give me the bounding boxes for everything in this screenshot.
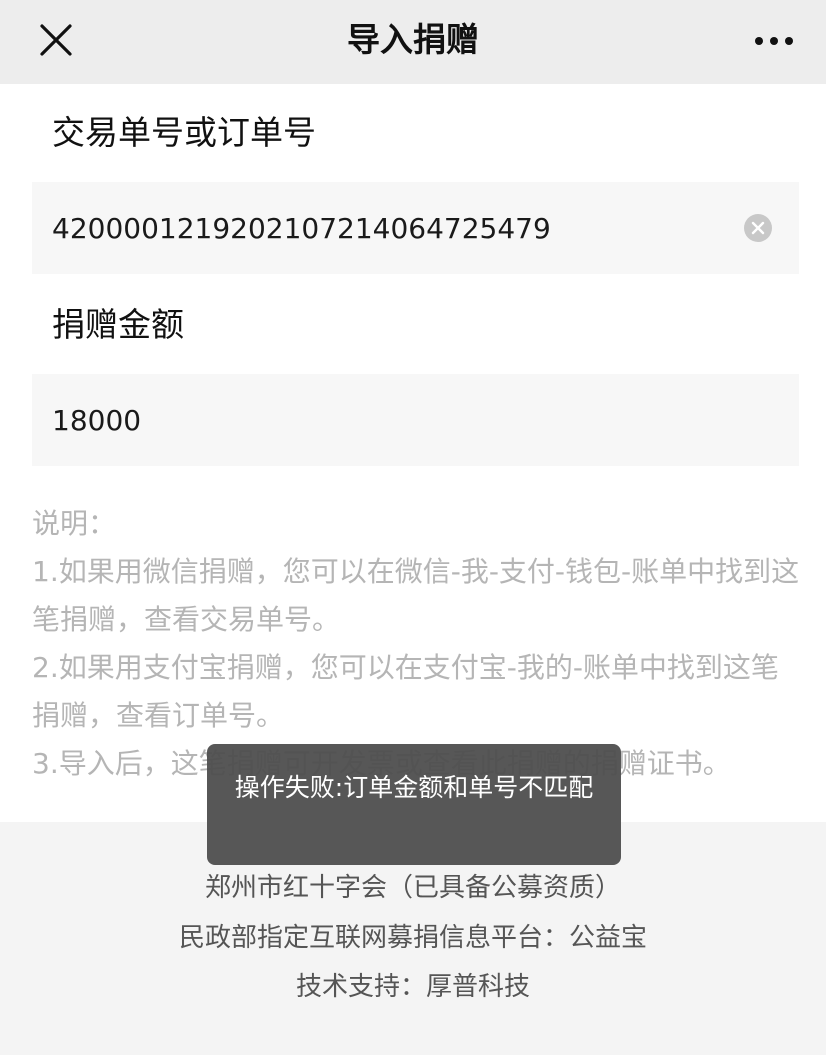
instruction-item: 2.如果用支付宝捐赠，您可以在支付宝-我的-账单中找到这笔捐赠，查看订单号。: [32, 651, 779, 732]
footer-platform: 民政部指定互联网募捐信息平台：公益宝: [178, 923, 647, 953]
donation-amount-input[interactable]: [52, 374, 732, 466]
clear-circle-icon[interactable]: [743, 213, 773, 243]
order-number-label: 交易单号或订单号: [52, 113, 316, 152]
instructions-title: 说明：: [32, 507, 117, 540]
order-number-field: [32, 182, 799, 274]
footer-tech-support: 技术支持：厚普科技: [295, 972, 530, 1002]
donation-amount-label: 捐赠金额: [52, 305, 184, 344]
footer-organization: 郑州市红十字会（已具备公募资质）: [204, 873, 621, 903]
nav-bar: 导入捐赠: [0, 0, 826, 84]
order-number-input[interactable]: [52, 182, 732, 274]
instruction-item: 1.如果用微信捐赠，您可以在微信-我-支付-钱包-账单中找到这笔捐赠，查看交易单…: [32, 555, 800, 636]
more-icon[interactable]: [752, 26, 796, 56]
donation-amount-field: [32, 374, 799, 466]
page-title: 导入捐赠: [347, 20, 479, 59]
error-toast: 操作失败:订单金额和单号不匹配: [207, 744, 621, 865]
close-icon[interactable]: [36, 20, 78, 62]
